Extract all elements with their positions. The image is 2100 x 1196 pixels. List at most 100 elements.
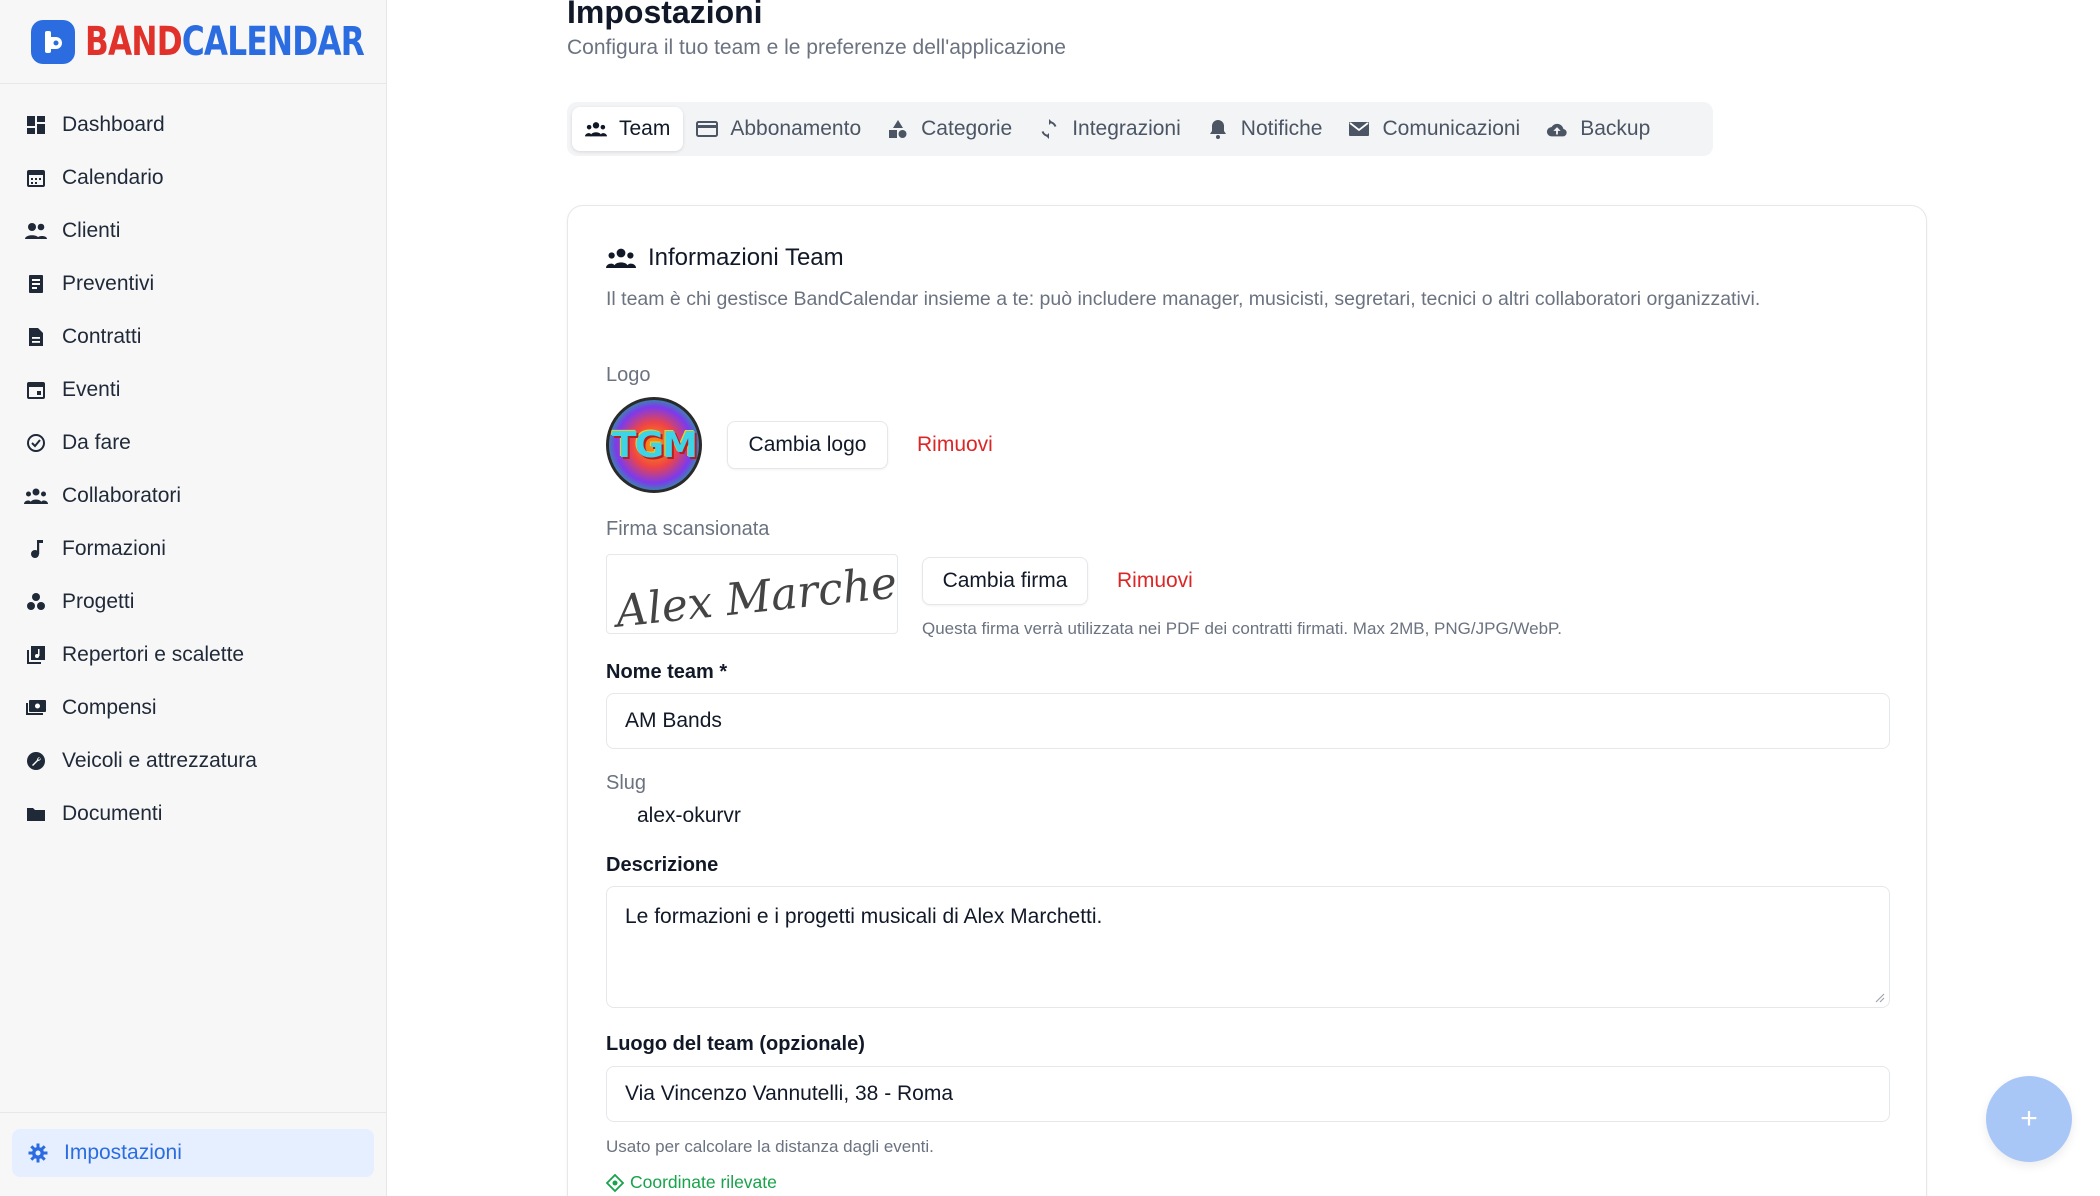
group-icon bbox=[606, 246, 636, 270]
bell-icon bbox=[1207, 118, 1229, 140]
brand-name-part1: BAND bbox=[85, 18, 183, 65]
sidebar-item-label: Repertori e scalette bbox=[62, 642, 245, 666]
logo-label: Logo bbox=[606, 364, 651, 386]
document-icon bbox=[24, 325, 48, 349]
cloud-upload-icon bbox=[1546, 118, 1568, 140]
sidebar-item-contratti[interactable]: Contratti bbox=[0, 310, 386, 363]
sidebar-item-label: Compensi bbox=[62, 695, 157, 719]
location-pin-icon bbox=[606, 1173, 624, 1192]
sidebar-item-label: Contratti bbox=[62, 324, 142, 348]
tab-label: Team bbox=[619, 117, 671, 140]
library-music-icon bbox=[24, 643, 48, 667]
signature-drawing: Alex Marchetti bbox=[609, 555, 898, 634]
category-icon bbox=[887, 118, 909, 140]
description-textarea[interactable]: Le formazioni e i progetti musicali di A… bbox=[606, 886, 1890, 1008]
music-note-icon bbox=[24, 537, 48, 561]
check-circle-icon bbox=[24, 431, 48, 455]
sidebar-item-label: Clienti bbox=[62, 218, 121, 242]
location-input[interactable]: Via Vincenzo Vannutelli, 38 - Roma bbox=[606, 1066, 1890, 1122]
tab-comunicazioni[interactable]: Comunicazioni bbox=[1335, 107, 1533, 151]
build-circle-icon bbox=[24, 749, 48, 773]
sidebar-item-label: Impostazioni bbox=[64, 1141, 182, 1164]
settings-tabs: Team Abbonamento Categorie Integrazioni … bbox=[567, 102, 1713, 156]
receipt-icon bbox=[24, 272, 48, 296]
tab-label: Abbonamento bbox=[730, 117, 862, 140]
sidebar-item-progetti[interactable]: Progetti bbox=[0, 575, 386, 628]
sidebar-item-impostazioni[interactable]: Impostazioni bbox=[12, 1129, 374, 1177]
sidebar: BANDCALENDAR Dashboard Calendario Client… bbox=[0, 0, 387, 1196]
location-label: Luogo del team (opzionale) bbox=[606, 1033, 865, 1055]
folder-icon bbox=[24, 802, 48, 826]
page-subtitle: Configura il tuo team e le preferenze de… bbox=[567, 36, 1066, 59]
team-logo-text: TGM bbox=[612, 424, 698, 466]
sidebar-footer: Impostazioni bbox=[0, 1112, 386, 1196]
tab-categorie[interactable]: Categorie bbox=[874, 107, 1025, 151]
event-icon bbox=[24, 378, 48, 402]
payments-icon bbox=[24, 696, 48, 720]
tab-team[interactable]: Team bbox=[572, 107, 684, 151]
remove-logo-link[interactable]: Rimuovi bbox=[917, 433, 993, 457]
sidebar-item-label: Progetti bbox=[62, 589, 135, 613]
sidebar-item-collaboratori[interactable]: Collaboratori bbox=[0, 469, 386, 522]
sidebar-item-veicoli[interactable]: Veicoli e attrezzatura bbox=[0, 734, 386, 787]
sidebar-item-dashboard[interactable]: Dashboard bbox=[0, 98, 386, 151]
coordinates-status: Coordinate rilevate bbox=[606, 1172, 777, 1193]
tab-notifiche[interactable]: Notifiche bbox=[1194, 107, 1336, 151]
signature-text: Alex Marchetti bbox=[609, 555, 898, 634]
tab-integrazioni[interactable]: Integrazioni bbox=[1025, 107, 1194, 151]
group-icon bbox=[24, 484, 48, 508]
change-logo-button[interactable]: Cambia logo bbox=[727, 421, 888, 469]
sidebar-item-label: Dashboard bbox=[62, 112, 165, 136]
brand-name: BANDCALENDAR bbox=[85, 18, 365, 65]
workspaces-icon bbox=[24, 590, 48, 614]
sidebar-item-compensi[interactable]: Compensi bbox=[0, 681, 386, 734]
sidebar-item-calendario[interactable]: Calendario bbox=[0, 151, 386, 204]
tab-backup[interactable]: Backup bbox=[1533, 107, 1663, 151]
slug-value: alex-okurvr bbox=[637, 804, 741, 827]
credit-card-icon bbox=[696, 118, 719, 140]
team-name-input[interactable]: AM Bands bbox=[606, 693, 1890, 749]
change-signature-button[interactable]: Cambia firma bbox=[922, 557, 1088, 605]
sidebar-item-label: Documenti bbox=[62, 801, 163, 825]
sidebar-item-documenti[interactable]: Documenti bbox=[0, 787, 386, 840]
mail-icon bbox=[1348, 118, 1370, 140]
sidebar-item-repertori[interactable]: Repertori e scalette bbox=[0, 628, 386, 681]
brand-name-part2: CALENDAR bbox=[181, 18, 365, 65]
sidebar-item-label: Collaboratori bbox=[62, 483, 182, 507]
calendar-icon bbox=[24, 166, 48, 190]
signature-label: Firma scansionata bbox=[606, 518, 770, 540]
card-description: Il team è chi gestisce BandCalendar insi… bbox=[606, 288, 1761, 310]
sidebar-item-preventivi[interactable]: Preventivi bbox=[0, 257, 386, 310]
people-icon bbox=[24, 219, 48, 243]
sidebar-item-clienti[interactable]: Clienti bbox=[0, 204, 386, 257]
sidebar-nav: Dashboard Calendario Clienti Preventivi … bbox=[0, 84, 386, 840]
tab-label: Notifiche bbox=[1240, 117, 1323, 140]
brand-badge-icon bbox=[31, 19, 75, 64]
resize-handle-icon[interactable] bbox=[1873, 991, 1885, 1003]
sidebar-item-label: Calendario bbox=[62, 165, 164, 189]
page-title: Impostazioni bbox=[567, 0, 763, 30]
slug-label: Slug bbox=[606, 772, 647, 794]
add-fab-button[interactable]: + bbox=[1986, 1076, 2072, 1162]
location-hint: Usato per calcolare la distanza dagli ev… bbox=[606, 1137, 934, 1156]
sidebar-item-label: Preventivi bbox=[62, 271, 155, 295]
sidebar-item-eventi[interactable]: Eventi bbox=[0, 363, 386, 416]
gear-icon bbox=[26, 1141, 50, 1165]
sidebar-item-formazioni[interactable]: Formazioni bbox=[0, 522, 386, 575]
sidebar-item-label: Eventi bbox=[62, 377, 121, 401]
tab-label: Backup bbox=[1580, 117, 1651, 140]
signature-image: Alex Marchetti bbox=[606, 554, 898, 634]
remove-signature-link[interactable]: Rimuovi bbox=[1117, 569, 1193, 593]
card-title: Informazioni Team bbox=[606, 244, 844, 272]
sync-icon bbox=[1038, 118, 1060, 140]
description-label: Descrizione bbox=[606, 854, 719, 876]
sidebar-item-da-fare[interactable]: Da fare bbox=[0, 416, 386, 469]
sidebar-item-label: Da fare bbox=[62, 430, 131, 454]
group-icon bbox=[585, 118, 607, 140]
card-title-text: Informazioni Team bbox=[648, 244, 844, 271]
sidebar-item-label: Veicoli e attrezzatura bbox=[62, 748, 257, 772]
tab-label: Categorie bbox=[921, 117, 1013, 140]
tab-abbonamento[interactable]: Abbonamento bbox=[683, 107, 874, 151]
brand-logo[interactable]: BANDCALENDAR bbox=[0, 0, 386, 84]
sidebar-item-label: Formazioni bbox=[62, 536, 166, 560]
